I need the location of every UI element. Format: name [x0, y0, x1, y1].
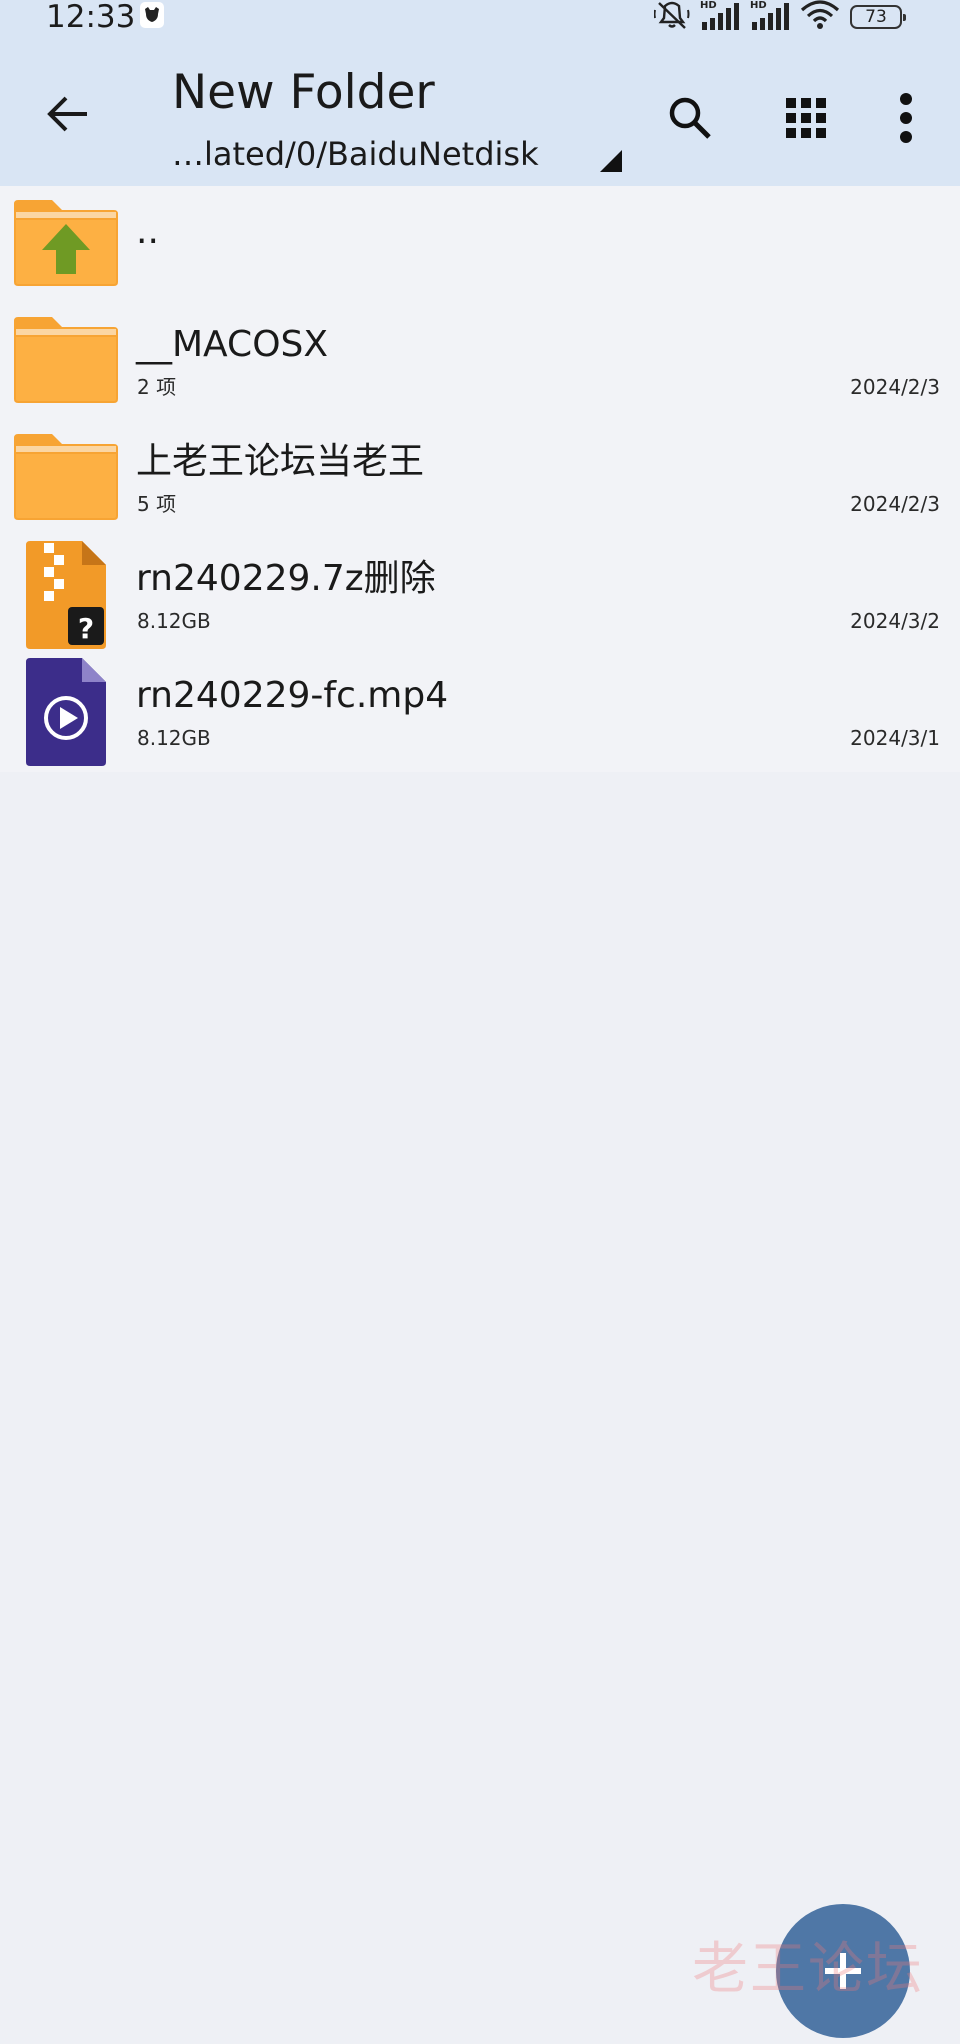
wifi-icon — [800, 0, 840, 35]
dropdown-triangle-icon[interactable] — [596, 148, 624, 174]
archive-unknown-icon: ? — [26, 541, 106, 649]
folder-icon — [14, 317, 118, 403]
more-vert-icon — [900, 93, 912, 143]
file-meta: 5 项 — [137, 492, 177, 516]
more-options-button[interactable] — [874, 86, 938, 150]
file-meta: 8.12GB — [137, 609, 211, 633]
back-arrow-icon — [47, 96, 87, 132]
battery-level: 73 — [865, 7, 887, 27]
battery-icon: 73 — [850, 5, 906, 29]
signal-icon: HD — [750, 0, 790, 32]
file-meta: 2 项 — [137, 375, 177, 399]
status-bar: 12:33 HD HD 73 — [0, 0, 960, 36]
grid-view-button[interactable] — [774, 86, 838, 150]
page-title: New Folder — [172, 65, 435, 120]
muted-vibrate-icon — [653, 0, 690, 35]
signal-icon: HD — [700, 0, 740, 32]
file-name: .. — [136, 211, 159, 252]
list-item[interactable]: __MACOSX 2 项 2024/2/3 — [0, 303, 960, 420]
grid-view-icon — [786, 98, 826, 138]
file-name: 上老王论坛当老王 — [136, 441, 425, 482]
list-item[interactable]: rn240229-fc.mp4 8.12GB 2024/3/1 — [0, 654, 960, 771]
status-time: 12:33 — [46, 0, 136, 35]
list-item[interactable]: 上老王论坛当老王 5 项 2024/2/3 — [0, 420, 960, 537]
search-button[interactable] — [658, 86, 722, 150]
file-date: 2024/2/3 — [850, 492, 940, 516]
file-name: __MACOSX — [136, 324, 329, 365]
file-date: 2024/3/2 — [850, 609, 940, 633]
list-item[interactable]: ? rn240229.7z删除 8.12GB 2024/3/2 — [0, 537, 960, 654]
path-breadcrumb[interactable]: …lated/0/BaiduNetdisk — [172, 134, 539, 174]
toolbar: New Folder …lated/0/BaiduNetdisk — [0, 36, 960, 186]
status-icons: HD HD 73 — [653, 0, 906, 35]
search-icon — [669, 97, 711, 139]
file-date: 2024/3/1 — [850, 726, 940, 750]
file-name: rn240229-fc.mp4 — [136, 675, 449, 716]
file-date: 2024/2/3 — [850, 375, 940, 399]
file-name: rn240229.7z删除 — [136, 558, 436, 599]
list-item[interactable]: .. — [0, 186, 960, 303]
file-meta: 8.12GB — [137, 726, 211, 750]
video-file-icon — [26, 658, 106, 766]
file-list: .. __MACOSX 2 项 2024/2/3 上老王论坛当老王 5 项 20… — [0, 186, 960, 772]
folder-up-icon — [14, 200, 118, 286]
watermark: 老王论坛 — [692, 1937, 924, 2002]
folder-icon — [14, 434, 118, 520]
back-button[interactable] — [36, 82, 100, 146]
svg-text:?: ? — [78, 612, 94, 645]
app-notification-icon — [140, 2, 164, 28]
